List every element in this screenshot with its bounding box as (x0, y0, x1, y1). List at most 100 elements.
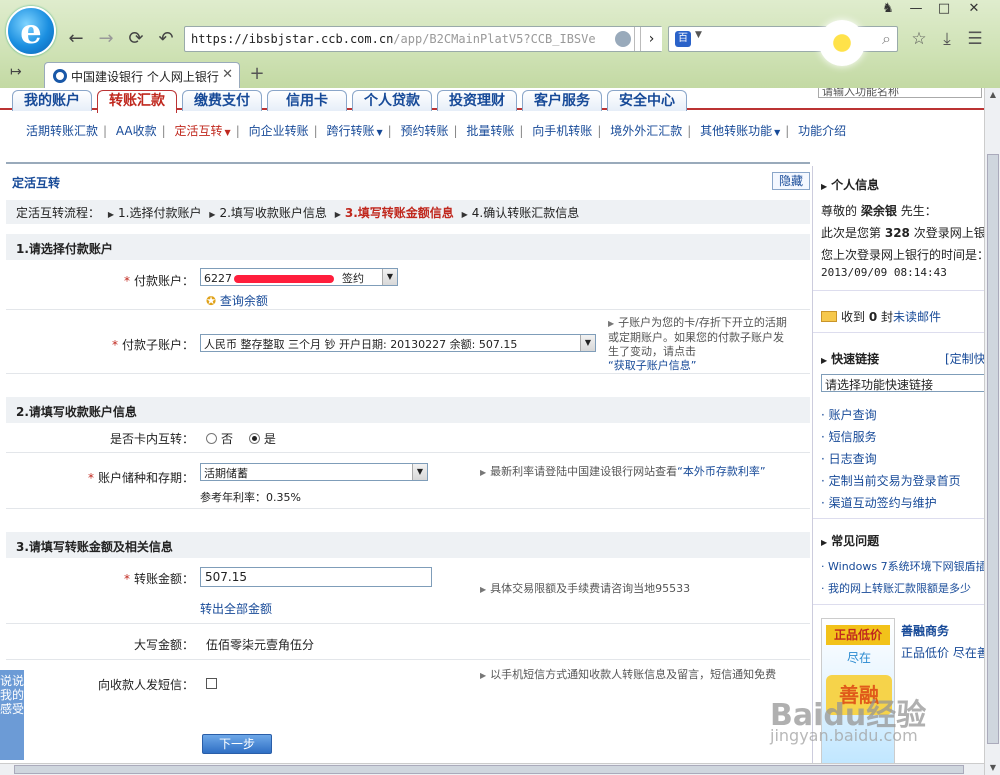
search-engine-icon[interactable]: 百 (675, 31, 691, 47)
field-label: * 账户储种和存期： (87, 471, 194, 485)
step-3-current: 3.填写转账金额信息 (344, 206, 454, 220)
step-2: 2.填写收款账户信息 (219, 206, 327, 220)
tab-row: ↦ 中国建设银行 个人网上银行 ✕ + (0, 60, 1000, 88)
field-label: 大写金额： (133, 638, 194, 652)
sub-account-hint: ▶ 子账户为您的卡/存折下开立的活期或定期账户。如果您的付款子账户发生了变动，请点… (608, 316, 787, 372)
tab-security[interactable]: 安全中心 (607, 90, 687, 111)
engine-dropdown-icon[interactable]: ▼ (695, 30, 702, 40)
section-header: 1.请选择付款账户 (6, 234, 810, 260)
forward-icon[interactable]: → (94, 28, 118, 50)
bank-page: 我的账户 转账汇款 缴费支付 信用卡 个人贷款 投资理财 客户服务 安全中心 请… (0, 88, 984, 763)
browser-logo-icon[interactable]: e (6, 6, 56, 56)
back-icon[interactable]: ← (64, 28, 88, 50)
radio-yes[interactable]: 是 (248, 432, 276, 446)
refresh-icon[interactable]: ⟳ (124, 28, 148, 50)
divider (813, 332, 984, 333)
submenu-item-active[interactable]: 定活互转 ▼ (175, 122, 231, 139)
main-menu: 我的账户 转账汇款 缴费支付 信用卡 个人贷款 投资理财 客户服务 安全中心 请… (0, 88, 984, 113)
submenu-item[interactable]: 预约转账 (401, 122, 449, 139)
submenu-item[interactable]: 其他转账功能 ▼ (700, 122, 780, 139)
submenu-item[interactable]: 跨行转账 ▼ (326, 122, 382, 139)
mail-status: 收到 0 封未读邮件 (821, 308, 941, 325)
customize-link[interactable]: [定制快 (945, 350, 984, 367)
quick-link[interactable]: · 日志查询 (821, 450, 877, 467)
hide-button[interactable]: 隐藏 (772, 172, 810, 190)
submenu-item[interactable]: 境外外汇汇款 (610, 122, 682, 139)
tab-investment[interactable]: 投资理财 (437, 90, 517, 111)
radio-no[interactable]: 否 (206, 432, 233, 446)
submenu-item[interactable]: 活期转账汇款 (26, 122, 98, 139)
maximize-icon[interactable]: □ (930, 0, 958, 18)
quick-link[interactable]: · 账户查询 (821, 406, 877, 423)
new-tab-icon[interactable]: + (246, 62, 268, 86)
sub-menu: 活期转账汇款 | AA收款 | 定活互转 ▼ | 向企业转账 | 跨行转账 ▼ | 预约转账 |… (26, 122, 847, 139)
last-login-time: 2013/09/09 08:14:43 (821, 266, 947, 279)
redaction-mark (234, 275, 334, 283)
field-label: * 付款账户： (123, 274, 194, 288)
ccb-favicon-icon (53, 69, 67, 83)
amount-input[interactable]: 507.15 (200, 567, 432, 587)
download-icon[interactable]: ⤓ (936, 28, 958, 50)
field-label: * 付款子账户： (111, 338, 194, 352)
scroll-thumb[interactable] (14, 765, 964, 774)
pay-account-select[interactable]: 6227 签约 ▼ (200, 268, 398, 286)
skin-icon[interactable]: ♞ (874, 0, 902, 18)
vertical-scrollbar[interactable]: ▲ ▼ (984, 88, 1000, 775)
faq-link[interactable]: · 我的网上转账汇款限额是多少 (821, 580, 971, 596)
submenu-item[interactable]: 向企业转账 (249, 122, 309, 139)
sidebar-toggle-icon[interactable]: ↦ (10, 64, 22, 80)
undo-icon[interactable]: ↶ (154, 28, 178, 50)
rate-hint: ▶ 最新利率请登陆中国建设银行网站查看“本外币存款利率” (480, 465, 766, 478)
divider (634, 27, 635, 51)
address-bar[interactable]: https://ibsbjstar.ccb.com.cn/app/B2CMain… (184, 26, 662, 52)
login-count: 此次是您第 328 次登录网上银 (821, 226, 984, 240)
unread-mail-link[interactable]: 未读邮件 (893, 310, 941, 324)
tab-customer-service[interactable]: 客户服务 (522, 90, 602, 111)
quick-link-select[interactable]: 请选择功能快速链接 (821, 374, 984, 392)
sms-hint: ▶ 以手机短信方式通知收款人转账信息及留言，短信通知免费 (480, 668, 777, 681)
tab-credit-card[interactable]: 信用卡 (267, 90, 347, 111)
sub-account-select[interactable]: 人民币 整存整取 三个月 钞 开户日期: 20130227 余额: 507.15… (200, 334, 596, 352)
transfer-all-link[interactable]: 转出全部金额 (200, 600, 272, 617)
greeting: 尊敬的 梁余银 先生： (821, 204, 937, 218)
scroll-down-icon[interactable]: ▼ (985, 761, 1000, 775)
submenu-item[interactable]: AA收款 (116, 122, 157, 139)
form-row: * 转账金额： 507.15 转出全部金额 ▶ 具体交易限额及手续费请咨询当地955… (6, 558, 810, 624)
quick-link[interactable]: · 短信服务 (821, 428, 877, 445)
minimize-icon[interactable]: — (902, 0, 930, 18)
favorites-icon[interactable]: ☆ (908, 28, 930, 50)
tab-payment[interactable]: 缴费支付 (182, 90, 262, 111)
go-icon[interactable]: › (640, 27, 662, 51)
deposit-type-select[interactable]: 活期储蓄 ▼ (200, 463, 428, 481)
transfer-form: 定活互转 隐藏 定活互转流程： ▶ 1.选择付款账户 ▶ 2.填写收款账户信息 ▶ 3… (6, 168, 810, 763)
submenu-item[interactable]: 向手机转账 (532, 122, 592, 139)
faq-link[interactable]: · Windows 7系统环境下网银盾插 (821, 558, 984, 574)
get-sub-account-link[interactable]: “获取子账户信息” (608, 359, 696, 372)
browser-tab[interactable]: 中国建设银行 个人网上银行 ✕ (44, 62, 240, 88)
horizontal-scrollbar[interactable] (0, 763, 984, 775)
tab-my-account[interactable]: 我的账户 (12, 90, 92, 111)
query-balance-link[interactable]: ✪ 查询余额 (206, 292, 268, 309)
tab-close-icon[interactable]: ✕ (222, 67, 233, 82)
ad-brand-link[interactable]: 善融商务 (901, 622, 949, 639)
scroll-thumb[interactable] (987, 154, 999, 744)
next-button[interactable]: 下一步 (202, 734, 272, 754)
menu-icon[interactable]: ☰ (964, 28, 986, 50)
quick-link[interactable]: · 定制当前交易为登录首页 (821, 472, 961, 489)
rate-link[interactable]: “本外币存款利率” (677, 465, 765, 478)
feedback-tab[interactable]: 说说我的感受 (0, 670, 24, 760)
close-icon[interactable]: ✕ (960, 0, 988, 18)
quick-link[interactable]: · 渠道互动签约与维护 (821, 494, 937, 511)
tab-loan[interactable]: 个人贷款 (352, 90, 432, 111)
function-search-input[interactable]: 请输入功能名称 (818, 88, 982, 98)
tab-transfer[interactable]: 转账汇款 (97, 90, 177, 113)
amount-in-words: 伍佰零柒元壹角伍分 (206, 638, 315, 652)
coin-icon: ✪ (206, 294, 217, 308)
submenu-item[interactable]: 批量转账 (466, 122, 514, 139)
scroll-up-icon[interactable]: ▲ (985, 88, 1000, 102)
sms-checkbox[interactable] (206, 678, 217, 689)
compat-icon[interactable] (615, 31, 631, 47)
browser-chrome: e ← → ⟳ ↶ https://ibsbjstar.ccb.com.cn/a… (0, 0, 1000, 88)
ad-text-link[interactable]: 正品低价 尽在善 (901, 644, 984, 661)
submenu-item[interactable]: 功能介绍 (798, 122, 846, 139)
